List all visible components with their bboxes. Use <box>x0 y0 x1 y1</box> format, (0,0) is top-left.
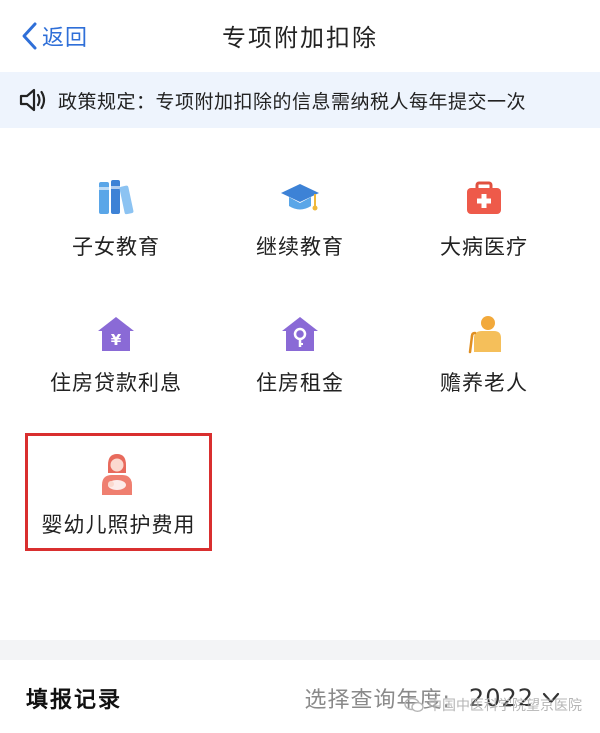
house-yuan-icon: ¥ <box>96 314 136 354</box>
section-divider <box>0 640 600 660</box>
tile-supporting-elderly[interactable]: 赡养老人 <box>384 268 584 395</box>
books-icon <box>96 178 136 218</box>
tile-label: 住房贷款利息 <box>50 371 182 395</box>
tile-label: 赡养老人 <box>440 371 528 395</box>
deduction-screen: 返回 专项附加扣除 政策规定：专项附加扣除的信息需纳税人每年提交一次 子女教育 … <box>0 0 600 733</box>
wechat-icon <box>404 697 424 713</box>
watermark-text: 中国中医科学院望京医院 <box>428 698 582 714</box>
house-key-icon <box>280 314 320 354</box>
tile-label: 大病医疗 <box>440 235 528 259</box>
records-bar: 填报记录 选择查询年度: 2022 中国中医科学院望京医院 <box>0 660 600 733</box>
tile-label: 住房租金 <box>256 371 344 395</box>
tile-housing-loan-interest[interactable]: ¥ 住房贷款利息 <box>16 268 216 395</box>
watermark: 中国中医科学院望京医院 <box>404 695 582 715</box>
speaker-icon <box>19 88 46 112</box>
elderly-person-icon <box>464 314 504 354</box>
graduation-cap-icon <box>280 178 320 218</box>
highlight-frame <box>25 433 212 551</box>
medical-kit-icon <box>464 178 504 218</box>
deduction-grid: 子女教育 继续教育 大病医疗 ¥ 住房贷款利息 住房租金 赡养老人 <box>0 128 600 640</box>
tile-housing-rent[interactable]: 住房租金 <box>200 268 400 395</box>
tile-serious-illness[interactable]: 大病医疗 <box>384 128 584 259</box>
page-title: 专项附加扣除 <box>222 24 378 52</box>
nav-bar: 返回 专项附加扣除 <box>0 0 600 72</box>
policy-notice: 政策规定：专项附加扣除的信息需纳税人每年提交一次 <box>0 72 600 128</box>
svg-text:¥: ¥ <box>111 331 122 349</box>
tile-children-education[interactable]: 子女教育 <box>16 128 216 259</box>
tile-continuing-education[interactable]: 继续教育 <box>200 128 400 259</box>
tile-label: 继续教育 <box>256 235 344 259</box>
policy-notice-text: 政策规定：专项附加扣除的信息需纳税人每年提交一次 <box>58 90 527 113</box>
tile-label: 子女教育 <box>72 235 160 259</box>
records-title: 填报记录 <box>26 688 123 713</box>
